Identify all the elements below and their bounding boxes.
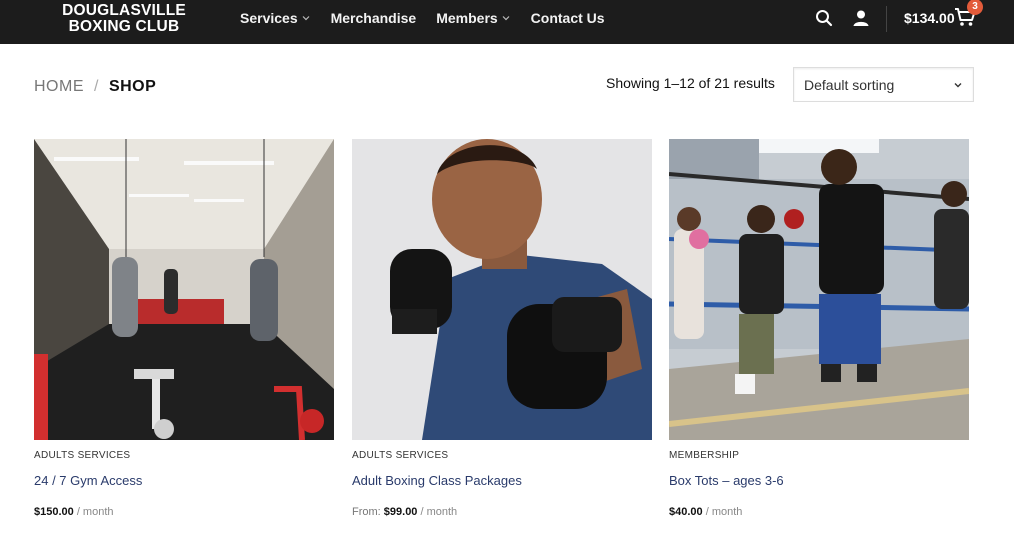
product-image-boxer[interactable] [352, 139, 652, 440]
account-button[interactable] [851, 8, 871, 28]
site-header: DOUGLASVILLE BOXING CLUB Services Mercha… [0, 0, 1014, 44]
header-divider [886, 6, 887, 32]
price-amount: $150.00 [34, 506, 74, 518]
product-price: $40.00 / month [669, 506, 969, 518]
cart-count-badge: 3 [967, 0, 983, 15]
nav-item-services[interactable]: Services [240, 10, 311, 26]
chevron-down-icon [502, 16, 510, 21]
sort-select[interactable]: Default sorting [793, 67, 974, 102]
product-category[interactable]: ADULTS SERVICES [34, 450, 334, 461]
sort-selected-value: Default sorting [804, 76, 895, 93]
main-nav: Services Merchandise Members Contact Us [240, 0, 625, 36]
nav-label: Members [436, 10, 498, 26]
breadcrumb: HOME / SHOP [34, 78, 156, 96]
breadcrumb-home-link[interactable]: HOME [34, 78, 84, 96]
nav-item-contact-us[interactable]: Contact Us [531, 10, 605, 26]
price-period: / month [73, 506, 114, 518]
chevron-down-icon [954, 82, 962, 87]
nav-item-members[interactable]: Members [436, 10, 510, 26]
logo-line-2: BOXING CLUB [68, 18, 180, 35]
product-price: $150.00 / month [34, 506, 334, 518]
product-title[interactable]: 24 / 7 Gym Access [34, 473, 334, 488]
product-card: MEMBERSHIP Box Tots – ages 3-6 $40.00 / … [669, 139, 969, 518]
price-prefix: From: [352, 506, 384, 518]
cart-total[interactable]: $134.00 [904, 10, 955, 26]
breadcrumb-separator: / [94, 78, 99, 95]
search-icon [816, 10, 833, 27]
product-image-gym[interactable] [34, 139, 334, 440]
product-title[interactable]: Box Tots – ages 3-6 [669, 473, 969, 488]
price-period: / month [417, 506, 458, 518]
chevron-down-icon [302, 16, 310, 21]
nav-label: Services [240, 10, 298, 26]
price-period: / month [702, 506, 743, 518]
user-icon [853, 10, 869, 26]
product-image-kids-ring[interactable] [669, 139, 969, 440]
product-category[interactable]: ADULTS SERVICES [352, 450, 652, 461]
logo-line-1: DOUGLASVILLE [62, 2, 186, 19]
product-card: ADULTS SERVICES 24 / 7 Gym Access $150.0… [34, 139, 334, 518]
nav-label: Merchandise [330, 10, 417, 26]
product-card: ADULTS SERVICES Adult Boxing Class Packa… [352, 139, 652, 518]
nav-item-merchandise[interactable]: Merchandise [331, 10, 417, 26]
price-amount: $40.00 [669, 506, 703, 518]
breadcrumb-current: SHOP [108, 78, 157, 95]
nav-label: Contact Us [530, 10, 605, 26]
site-logo[interactable]: DOUGLASVILLE BOXING CLUB [58, 3, 190, 35]
price-amount: $99.00 [383, 506, 418, 518]
product-price: From: $99.00 / month [352, 506, 652, 518]
result-count: Showing 1–12 of 21 results [606, 75, 775, 91]
search-button[interactable] [814, 8, 834, 28]
product-category[interactable]: MEMBERSHIP [669, 450, 969, 461]
product-title[interactable]: Adult Boxing Class Packages [352, 473, 652, 488]
